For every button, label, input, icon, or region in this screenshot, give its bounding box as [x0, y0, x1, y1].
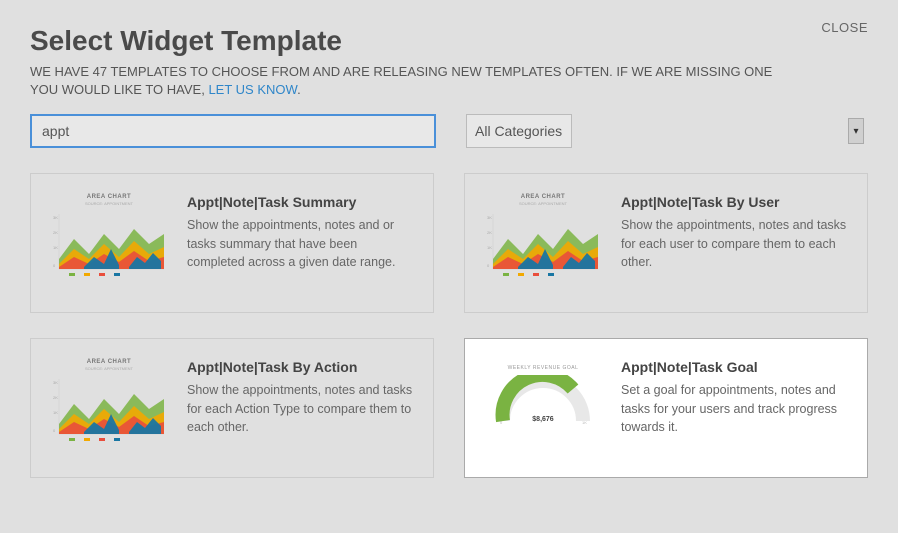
area-chart-thumb: AREA CHART SOURCE: APPOINTMENT 3K 2K 1K …	[49, 194, 169, 284]
area-chart-thumb: AREA CHART SOURCE: APPOINTMENT 3K 2K 1K …	[483, 194, 603, 284]
thumb-subtitle: SOURCE: APPOINTMENT	[483, 201, 603, 206]
svg-text:0: 0	[487, 263, 490, 268]
gauge-title: WEEKLY REVENUE GOAL	[487, 365, 599, 371]
category-select[interactable]: All Categories	[466, 114, 572, 148]
thumb-title: AREA CHART	[483, 194, 603, 200]
area-chart-icon: 3K 2K 1K 0	[49, 209, 169, 279]
card-body: Appt|Note|Task By Action Show the appoin…	[187, 359, 415, 449]
card-title: Appt|Note|Task By User	[621, 194, 849, 210]
card-title: Appt|Note|Task Summary	[187, 194, 415, 210]
thumb-subtitle: SOURCE: APPOINTMENT	[49, 366, 169, 371]
filter-controls: All Categories ▾	[30, 114, 868, 148]
page-title: Select Widget Template	[30, 25, 868, 57]
svg-text:0: 0	[53, 263, 56, 268]
template-card[interactable]: AREA CHART SOURCE: APPOINTMENT 3K 2K 1K …	[464, 173, 868, 313]
area-chart-icon: 3K 2K 1K 0	[483, 209, 603, 279]
gauge-thumb: WEEKLY REVENUE GOAL 0 1K $8,676	[483, 359, 603, 449]
subtitle-text: WE HAVE 47 TEMPLATES TO CHOOSE FROM AND …	[30, 64, 772, 97]
card-description: Show the appointments, notes and or task…	[187, 216, 415, 270]
card-title: Appt|Note|Task By Action	[187, 359, 415, 375]
area-chart-thumb: AREA CHART SOURCE: APPOINTMENT 3K 2K 1K …	[49, 359, 169, 449]
modal-container: Select Widget Template WE HAVE 47 TEMPLA…	[0, 0, 898, 508]
card-title: Appt|Note|Task Goal	[621, 359, 849, 375]
svg-text:3K: 3K	[53, 215, 58, 220]
svg-text:1K: 1K	[53, 410, 58, 415]
thumb-subtitle: SOURCE: APPOINTMENT	[49, 201, 169, 206]
close-button[interactable]: CLOSE	[821, 20, 868, 35]
card-description: Show the appointments, notes and tasks f…	[621, 216, 849, 270]
svg-text:1K: 1K	[487, 245, 492, 250]
svg-text:3K: 3K	[53, 380, 58, 385]
template-grid: AREA CHART SOURCE: APPOINTMENT 3K 2K 1K …	[30, 173, 868, 478]
template-card[interactable]: WEEKLY REVENUE GOAL 0 1K $8,676 Appt|Not…	[464, 338, 868, 478]
thumb-title: AREA CHART	[49, 359, 169, 365]
area-chart-icon: 3K 2K 1K 0	[49, 374, 169, 444]
search-input[interactable]	[30, 114, 436, 148]
svg-text:1K: 1K	[53, 245, 58, 250]
template-card[interactable]: AREA CHART SOURCE: APPOINTMENT 3K 2K 1K …	[30, 173, 434, 313]
let-us-know-link[interactable]: LET US KNOW	[208, 82, 297, 97]
svg-text:2K: 2K	[53, 395, 58, 400]
subtitle-suffix: .	[297, 82, 301, 97]
svg-text:2K: 2K	[53, 230, 58, 235]
card-description: Set a goal for appointments, notes and t…	[621, 381, 849, 435]
gauge-value: $8,676	[487, 416, 599, 423]
svg-text:2K: 2K	[487, 230, 492, 235]
card-body: Appt|Note|Task By User Show the appointm…	[621, 194, 849, 284]
thumb-title: AREA CHART	[49, 194, 169, 200]
chevron-down-icon: ▾	[848, 118, 864, 144]
svg-text:3K: 3K	[487, 215, 492, 220]
svg-text:0: 0	[53, 428, 56, 433]
page-subtitle: WE HAVE 47 TEMPLATES TO CHOOSE FROM AND …	[30, 63, 790, 99]
card-description: Show the appointments, notes and tasks f…	[187, 381, 415, 435]
template-card[interactable]: AREA CHART SOURCE: APPOINTMENT 3K 2K 1K …	[30, 338, 434, 478]
card-body: Appt|Note|Task Goal Set a goal for appoi…	[621, 359, 849, 449]
card-body: Appt|Note|Task Summary Show the appointm…	[187, 194, 415, 284]
